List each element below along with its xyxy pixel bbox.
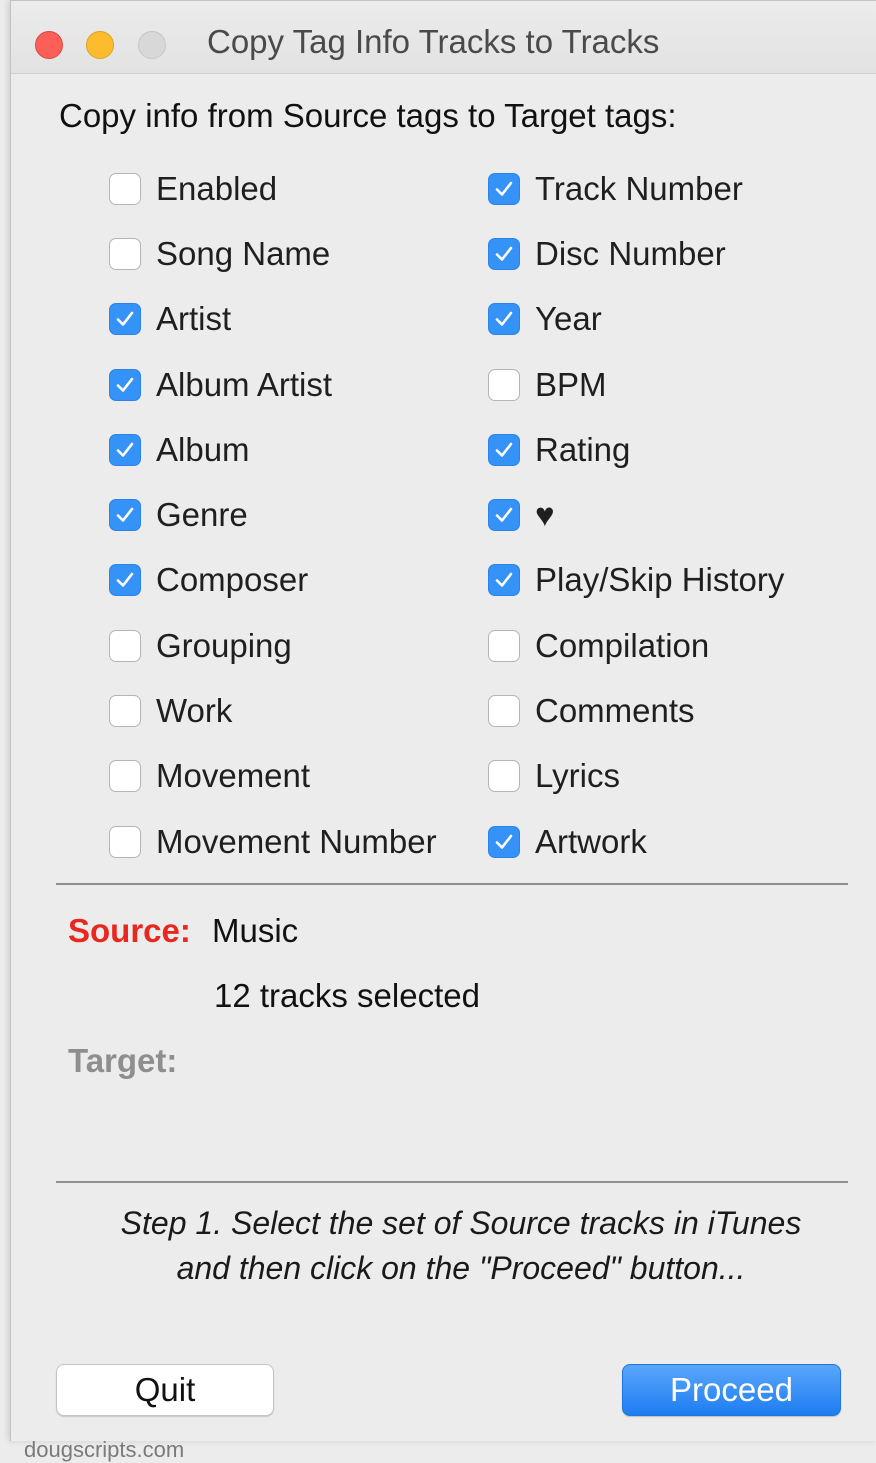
option-label: Compilation xyxy=(535,626,710,664)
source-label: Source: xyxy=(68,912,191,949)
option-artist[interactable]: Artist xyxy=(109,292,437,357)
option-rating[interactable]: Rating xyxy=(488,422,784,487)
instructions-line: Step 1. Select the set of Source tracks … xyxy=(120,1205,802,1241)
option-label: Enabled xyxy=(156,169,278,207)
checkbox-bpm[interactable] xyxy=(488,368,520,401)
option-label: ♥ xyxy=(535,496,555,534)
checkmark-icon xyxy=(495,181,513,196)
checkbox-enabled[interactable] xyxy=(109,172,141,205)
checkmark-icon xyxy=(495,442,513,457)
option-comments[interactable]: Comments xyxy=(488,683,784,748)
option-label: Play/Skip History xyxy=(535,561,785,599)
quit-button[interactable]: Quit xyxy=(56,1364,274,1416)
option-work[interactable]: Work xyxy=(109,683,437,748)
checkmark-icon xyxy=(495,834,513,849)
option-grouping[interactable]: Grouping xyxy=(109,618,437,683)
footer-credit: dougscripts.com xyxy=(24,1437,185,1462)
right-options-column: Track Number Disc Number Year BPM Rating ♥ Pla… xyxy=(488,161,784,879)
option-bpm[interactable]: BPM xyxy=(488,357,784,422)
checkmark-icon xyxy=(495,246,513,261)
checkbox-comments[interactable] xyxy=(488,695,520,728)
checkbox-grouping[interactable] xyxy=(109,629,141,662)
checkbox-play-skip-history[interactable] xyxy=(488,564,520,597)
checkbox-rating[interactable] xyxy=(488,433,520,466)
checkbox-composer[interactable] xyxy=(109,564,141,597)
checkbox-heart[interactable] xyxy=(488,499,520,532)
option-disc-number[interactable]: Disc Number xyxy=(488,226,784,291)
checkbox-artwork[interactable] xyxy=(488,825,520,858)
option-album-artist[interactable]: Album Artist xyxy=(109,357,437,422)
checkbox-artist[interactable] xyxy=(109,303,141,336)
option-track-number[interactable]: Track Number xyxy=(488,161,784,226)
checkmark-icon xyxy=(495,507,513,522)
checkmark-icon xyxy=(116,573,134,588)
option-movement-number[interactable]: Movement Number xyxy=(109,814,437,879)
target-label: Target: xyxy=(68,1042,178,1079)
option-label: Artwork xyxy=(535,822,647,860)
option-label: BPM xyxy=(535,365,607,403)
option-song-name[interactable]: Song Name xyxy=(109,226,437,291)
option-heart[interactable]: ♥ xyxy=(488,487,784,552)
checkbox-year[interactable] xyxy=(488,303,520,336)
checkbox-album-artist[interactable] xyxy=(109,368,141,401)
instructions-line: and then click on the "Proceed" button..… xyxy=(176,1250,746,1286)
close-window-button[interactable] xyxy=(35,31,63,59)
option-label: Composer xyxy=(156,561,309,599)
checkbox-compilation[interactable] xyxy=(488,629,520,662)
option-label: Song Name xyxy=(156,234,331,272)
checkbox-lyrics[interactable] xyxy=(488,760,520,793)
option-label: Movement xyxy=(156,757,311,795)
option-lyrics[interactable]: Lyrics xyxy=(488,749,784,814)
checkbox-genre[interactable] xyxy=(109,499,141,532)
left-options-column: Enabled Song Name Artist Album Artist Album G… xyxy=(109,161,437,879)
option-label: Artist xyxy=(156,300,232,338)
checkmark-icon xyxy=(116,311,134,327)
checkbox-disc-number[interactable] xyxy=(488,237,520,270)
checkmark-icon xyxy=(495,573,513,588)
option-label: Album xyxy=(156,430,250,468)
option-label: Year xyxy=(535,300,602,338)
window-title: Copy Tag Info Tracks to Tracks xyxy=(207,23,660,60)
option-composer[interactable]: Composer xyxy=(109,553,437,618)
checkmark-icon xyxy=(495,311,513,327)
option-enabled[interactable]: Enabled xyxy=(109,161,437,226)
checkbox-movement-number[interactable] xyxy=(109,825,141,858)
option-label: Comments xyxy=(535,692,695,730)
title-bar: Copy Tag Info Tracks to Tracks xyxy=(11,1,876,74)
option-album[interactable]: Album xyxy=(109,422,437,487)
option-label: Rating xyxy=(535,430,631,468)
checkmark-icon xyxy=(116,377,134,392)
minimize-window-button[interactable] xyxy=(86,31,114,59)
option-label: Work xyxy=(156,692,233,730)
proceed-button[interactable]: Proceed xyxy=(622,1364,841,1416)
zoom-window-button[interactable] xyxy=(138,31,166,59)
options-heading: Copy info from Source tags to Target tag… xyxy=(59,97,677,134)
source-playlist-name: Music xyxy=(212,912,299,949)
option-movement[interactable]: Movement xyxy=(109,749,437,814)
checkbox-track-number[interactable] xyxy=(488,172,520,205)
checkmark-icon xyxy=(116,442,134,457)
divider xyxy=(56,1181,848,1183)
option-year[interactable]: Year xyxy=(488,292,784,357)
option-play-skip-history[interactable]: Play/Skip History xyxy=(488,553,784,618)
option-label: Lyrics xyxy=(535,757,620,795)
option-label: Album Artist xyxy=(156,365,333,403)
option-label: Movement Number xyxy=(156,822,437,860)
instructions-text: Step 1. Select the set of Source tracks … xyxy=(51,1201,871,1291)
checkbox-song-name[interactable] xyxy=(109,237,141,270)
option-label: Track Number xyxy=(535,169,743,207)
option-label: Genre xyxy=(156,496,248,534)
checkbox-album[interactable] xyxy=(109,433,141,466)
option-compilation[interactable]: Compilation xyxy=(488,618,784,683)
divider xyxy=(56,883,848,885)
checkbox-movement[interactable] xyxy=(109,760,141,793)
option-label: Grouping xyxy=(156,626,292,664)
checkbox-work[interactable] xyxy=(109,695,141,728)
option-genre[interactable]: Genre xyxy=(109,487,437,552)
option-label: Disc Number xyxy=(535,234,726,272)
dialog-window: Copy Tag Info Tracks to Tracks Copy info… xyxy=(10,0,876,1441)
option-artwork[interactable]: Artwork xyxy=(488,814,784,879)
checkmark-icon xyxy=(116,507,134,522)
source-track-count: 12 tracks selected xyxy=(214,977,480,1014)
